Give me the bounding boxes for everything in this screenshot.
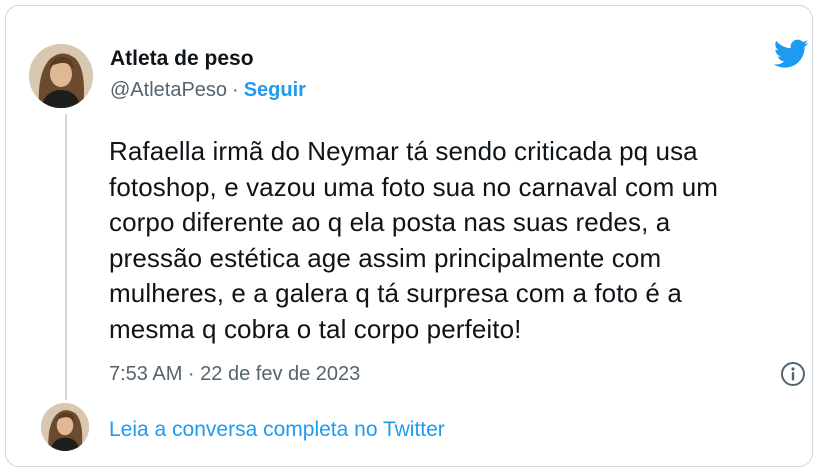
tweet-timestamp[interactable]: 7:53 AM · 22 de fev de 2023 — [109, 363, 360, 386]
tweet-body: Rafaella irmã do Neymar tá sendo critica… — [109, 134, 809, 347]
tweet-line: fotoshop, e vazou uma foto sua no carnav… — [109, 171, 719, 202]
tweet-line: mesma q cobra o tal corpo perfeito! — [109, 313, 522, 344]
author-avatar[interactable] — [29, 44, 93, 108]
author-handle[interactable]: @AtletaPeso — [110, 79, 227, 101]
tweet-line: mulheres, e a galera q tá surpresa com a… — [109, 278, 682, 308]
read-conversation-link[interactable]: Leia a conversa completa no Twitter — [109, 418, 445, 442]
tweet-line: corpo diferente ao q ela posta nas suas … — [109, 207, 671, 237]
follow-button[interactable]: Seguir — [244, 79, 306, 101]
twitter-bird-icon[interactable] — [774, 39, 809, 69]
reader-avatar — [41, 403, 89, 451]
author-handle-row: @AtletaPeso · Seguir — [110, 79, 306, 102]
separator: · — [232, 79, 239, 101]
tweet-card: Atleta de peso @AtletaPeso · Seguir Rafael… — [5, 5, 813, 467]
author-name[interactable]: Atleta de peso — [110, 47, 254, 71]
thread-connector — [65, 114, 67, 400]
tweet-line: pressão estética age assim principalment… — [109, 242, 662, 273]
tweet-line: Rafaella irmã do Neymar tá sendo critica… — [109, 136, 698, 166]
info-icon[interactable] — [780, 361, 806, 387]
